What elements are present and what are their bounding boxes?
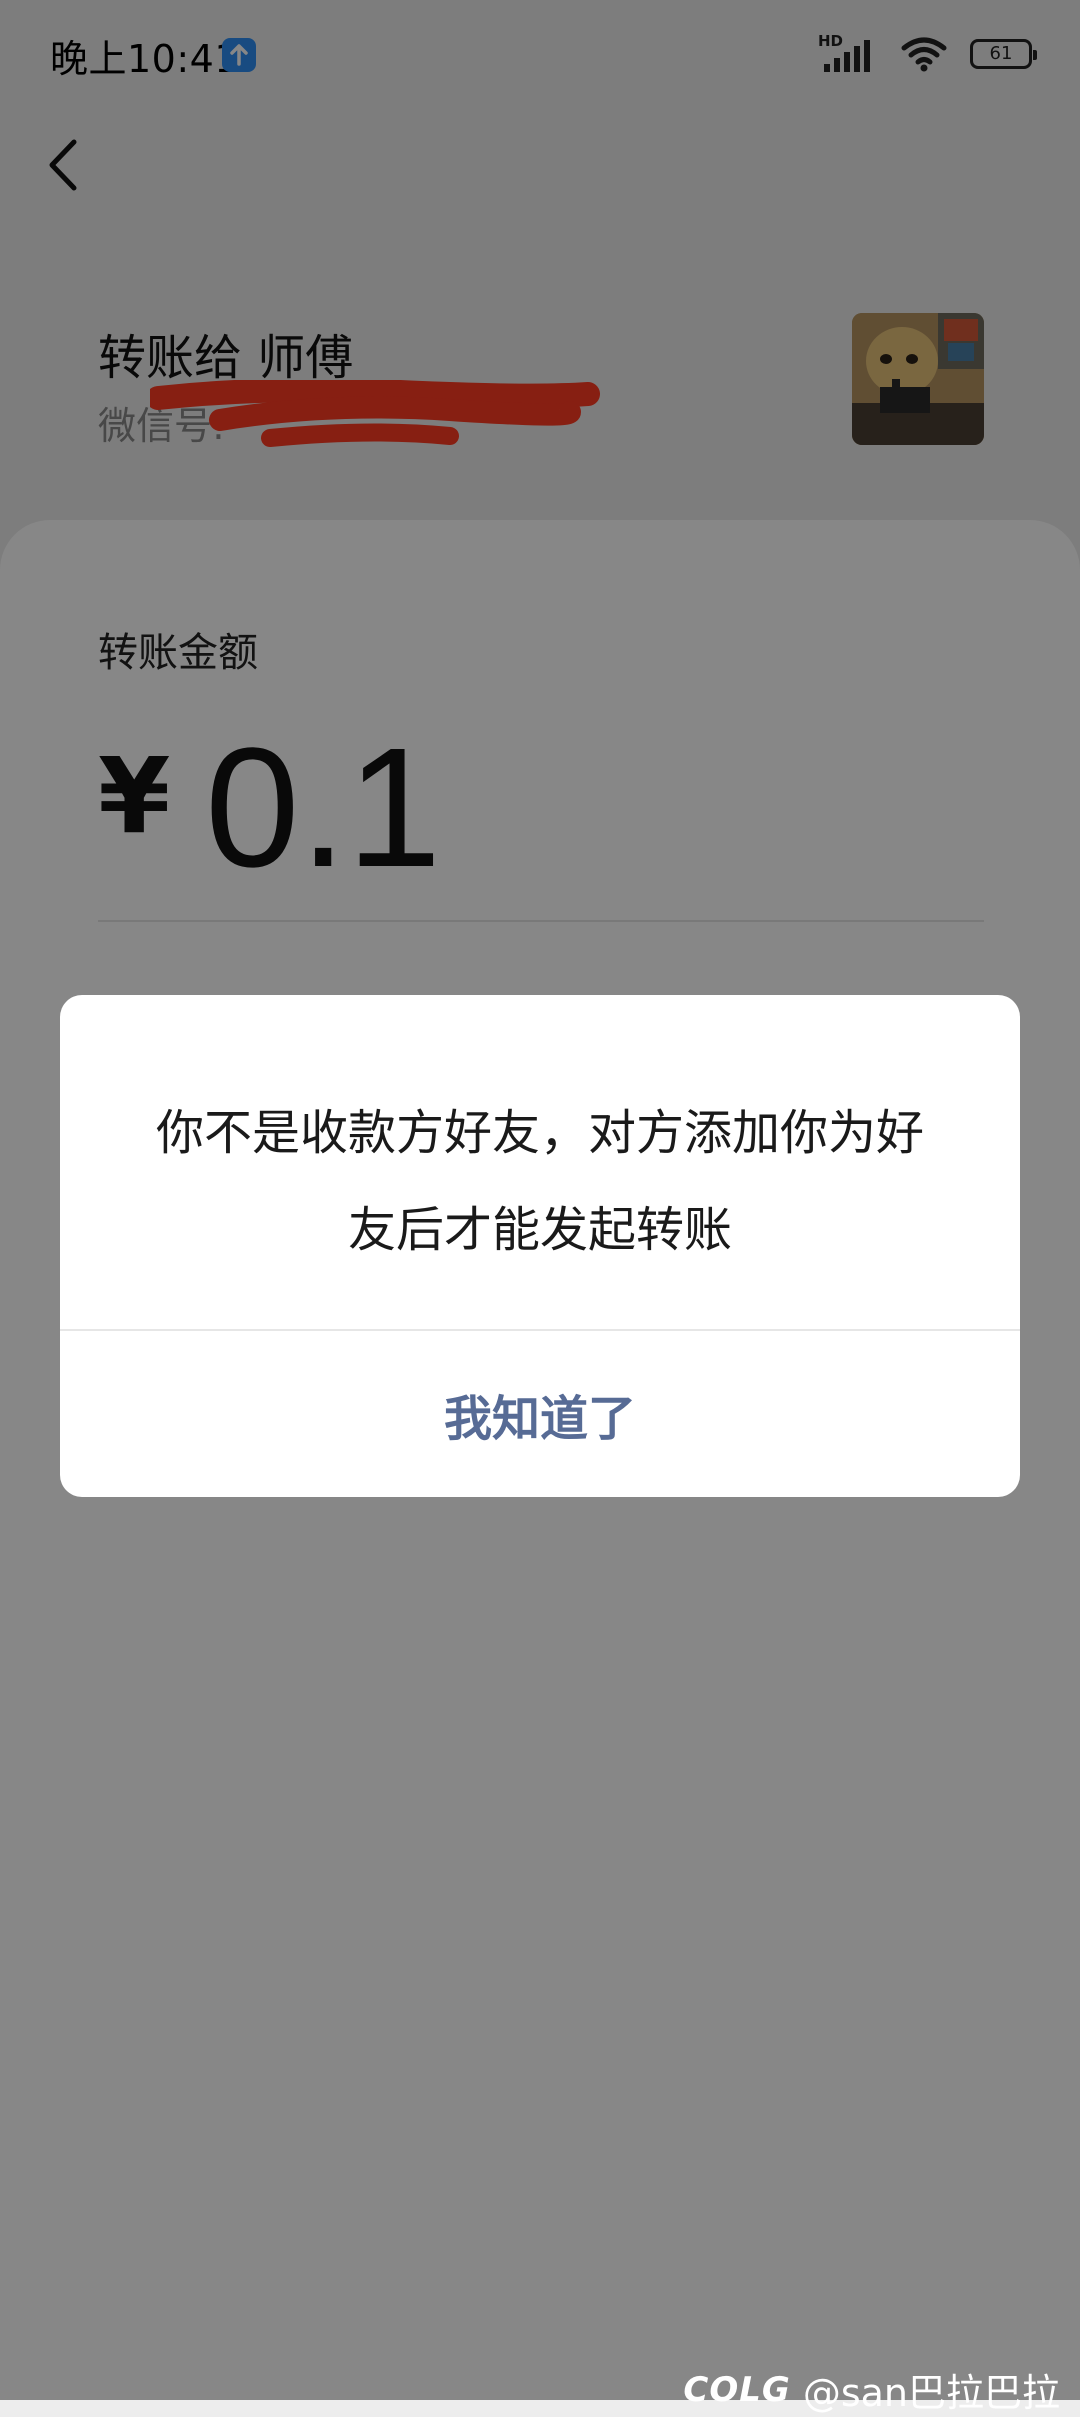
watermark-logo: COLG [683,2369,791,2410]
watermark: COLG @san巴拉巴拉 [683,2362,1060,2417]
confirm-button[interactable]: 我知道了 [60,1331,1020,1497]
dialog-message-line: 你不是收款方好友，对方添加你为好 [155,1105,924,1161]
dialog-message: 你不是收款方好友，对方添加你为好 友后才能发起转账 [120,1085,960,1279]
alert-dialog: 你不是收款方好友，对方添加你为好 友后才能发起转账 我知道了 [60,995,1020,1497]
dialog-message-line: 友后才能发起转账 [347,1202,732,1258]
watermark-user: @san巴拉巴拉 [802,2371,1060,2415]
